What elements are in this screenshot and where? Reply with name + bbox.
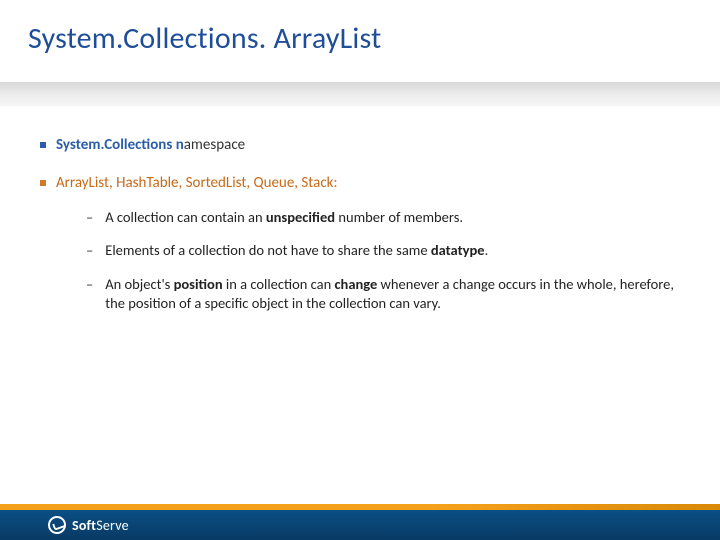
dash-icon: – xyxy=(86,275,93,295)
dash-item-2: – Elements of a collection do not have t… xyxy=(86,241,690,261)
text-bold: position xyxy=(174,275,223,293)
softserve-logo-icon xyxy=(48,516,66,534)
footer: SoftServe xyxy=(0,504,720,540)
brand-part-a: Soft xyxy=(72,517,96,534)
slide: System.Collections. ArrayList System.Col… xyxy=(0,0,720,540)
bullet-1-strong: System.Collections n xyxy=(56,136,184,154)
text-bold: change xyxy=(334,275,377,293)
dash-item-3: – An object's position in a collection c… xyxy=(86,275,690,314)
text-frag: An object's xyxy=(105,275,173,293)
dash-1-text: A collection can contain an unspecified … xyxy=(105,208,463,228)
square-bullet-icon xyxy=(40,142,46,148)
footer-brand: SoftServe xyxy=(72,517,129,534)
bullet-item-2: ArrayList, HashTable, SortedList, Queue,… xyxy=(40,173,690,193)
bullet-1-text: System.Collections namespace xyxy=(56,135,245,155)
dash-item-1: – A collection can contain an unspecifie… xyxy=(86,208,690,228)
text-frag: number of members. xyxy=(335,208,463,226)
dash-list: – A collection can contain an unspecifie… xyxy=(86,208,690,314)
square-bullet-icon xyxy=(40,180,46,186)
text-frag: Elements of a collection do not have to … xyxy=(105,241,431,259)
footer-bar: SoftServe xyxy=(0,510,720,540)
text-frag: . xyxy=(485,241,489,259)
dash-2-text: Elements of a collection do not have to … xyxy=(105,241,488,261)
slide-title: System.Collections. ArrayList xyxy=(28,20,381,57)
text-bold: datatype xyxy=(431,241,485,259)
bullet-1-rest: amespace xyxy=(184,136,245,154)
dash-3-text: An object's position in a collection can… xyxy=(105,275,690,314)
bullet-2-text: ArrayList, HashTable, SortedList, Queue,… xyxy=(56,173,338,193)
dash-icon: – xyxy=(86,241,93,261)
divider-band xyxy=(0,82,720,106)
brand-part-b: Serve xyxy=(96,517,129,534)
text-frag: in a collection can xyxy=(223,275,335,293)
bullet-item-1: System.Collections namespace xyxy=(40,135,690,155)
content-area: System.Collections namespace ArrayList, … xyxy=(40,135,690,328)
dash-icon: – xyxy=(86,208,93,228)
text-frag: A collection can contain an xyxy=(105,208,266,226)
text-bold: unspecified xyxy=(266,208,335,226)
